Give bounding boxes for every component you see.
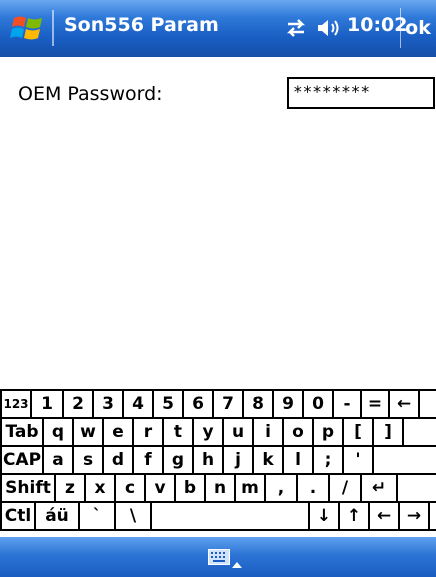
keyboard-row: 123 1 2 3 4 5 6 7 8 9 0- = ← bbox=[0, 391, 436, 417]
key-1-2[interactable]: w bbox=[74, 419, 104, 445]
keyboard-divider bbox=[0, 529, 436, 531]
keyboard-row: Tab q w e r t y u i o p[] bbox=[0, 419, 436, 445]
key-0-1[interactable]: 1 bbox=[32, 391, 64, 417]
key-0-8[interactable]: 8 bbox=[244, 391, 274, 417]
connectivity-icon[interactable] bbox=[284, 16, 308, 40]
key-4-0[interactable]: Ctl bbox=[0, 503, 36, 529]
key-2-10[interactable]: ; bbox=[314, 447, 344, 473]
key-4-6[interactable]: ↑ bbox=[340, 503, 370, 529]
key-4-3[interactable]: \ bbox=[116, 503, 152, 529]
key-1-11[interactable]: [ bbox=[344, 419, 374, 445]
main-content: OEM Password: ******** bbox=[0, 57, 436, 389]
key-1-1[interactable]: q bbox=[44, 419, 74, 445]
key-3-11[interactable]: ↵ bbox=[362, 475, 398, 501]
key-2-2[interactable]: s bbox=[74, 447, 104, 473]
oem-password-field[interactable]: ******** bbox=[287, 77, 435, 109]
key-0-4[interactable]: 4 bbox=[124, 391, 154, 417]
chevron-up-icon[interactable] bbox=[232, 554, 242, 568]
key-2-0[interactable]: CAP bbox=[0, 447, 44, 473]
key-3-0[interactable]: Shift bbox=[0, 475, 56, 501]
key-2-1[interactable]: a bbox=[44, 447, 74, 473]
keyboard-row: CAP a s d f g h j k l; ' bbox=[0, 447, 436, 473]
key-3-3[interactable]: c bbox=[116, 475, 146, 501]
keyboard-icon[interactable] bbox=[208, 549, 230, 565]
key-2-7[interactable]: j bbox=[224, 447, 254, 473]
key-0-13[interactable]: ← bbox=[390, 391, 420, 417]
key-1-0[interactable]: Tab bbox=[0, 419, 44, 445]
key-1-7[interactable]: u bbox=[224, 419, 254, 445]
key-0-11[interactable]: - bbox=[334, 391, 362, 417]
ok-button[interactable]: ok bbox=[400, 8, 435, 48]
key-0-0[interactable]: 123 bbox=[0, 391, 32, 417]
key-1-5[interactable]: t bbox=[164, 419, 194, 445]
key-3-9[interactable]: . bbox=[298, 475, 330, 501]
key-1-9[interactable]: o bbox=[284, 419, 314, 445]
key-3-2[interactable]: x bbox=[86, 475, 116, 501]
keyboard-row: Ctl áü ` \ ↓ ↑ ← → bbox=[0, 503, 436, 529]
key-2-8[interactable]: k bbox=[254, 447, 284, 473]
key-0-9[interactable]: 9 bbox=[274, 391, 304, 417]
oem-password-label: OEM Password: bbox=[18, 83, 163, 105]
key-3-4[interactable]: v bbox=[146, 475, 176, 501]
window-title: Son556 Param bbox=[64, 14, 219, 36]
key-0-2[interactable]: 2 bbox=[64, 391, 94, 417]
windows-start-icon[interactable] bbox=[10, 12, 46, 44]
key-2-11[interactable]: ' bbox=[344, 447, 374, 473]
key-4-2[interactable]: ` bbox=[80, 503, 116, 529]
key-0-3[interactable]: 3 bbox=[94, 391, 124, 417]
spacebar-key[interactable] bbox=[152, 503, 310, 529]
key-3-5[interactable]: b bbox=[176, 475, 206, 501]
key-3-1[interactable]: z bbox=[56, 475, 86, 501]
key-1-4[interactable]: r bbox=[134, 419, 164, 445]
title-separator bbox=[52, 10, 54, 46]
keyboard-row: Shift z x c v b n m,. / ↵ bbox=[0, 475, 436, 501]
key-4-7[interactable]: ← bbox=[370, 503, 400, 529]
soft-keyboard: 123 1 2 3 4 5 6 7 8 9 0- = ← Tab q w e r t y u i o p[] CAP a s d f g h… bbox=[0, 389, 436, 537]
key-0-6[interactable]: 6 bbox=[184, 391, 214, 417]
clock-time[interactable]: 10:02 bbox=[347, 14, 407, 36]
key-1-10[interactable]: p bbox=[314, 419, 344, 445]
key-2-6[interactable]: h bbox=[194, 447, 224, 473]
bottom-menu-bar bbox=[0, 537, 436, 577]
title-bar: Son556 Param 10:02 ok bbox=[0, 0, 436, 57]
key-0-10[interactable]: 0 bbox=[304, 391, 334, 417]
volume-icon[interactable] bbox=[316, 16, 342, 40]
key-1-12[interactable]: ] bbox=[374, 419, 404, 445]
key-3-10[interactable]: / bbox=[330, 475, 362, 501]
key-4-8[interactable]: → bbox=[400, 503, 430, 529]
key-3-7[interactable]: m bbox=[236, 475, 266, 501]
key-2-9[interactable]: l bbox=[284, 447, 314, 473]
key-4-1[interactable]: áü bbox=[36, 503, 80, 529]
key-2-4[interactable]: f bbox=[134, 447, 164, 473]
key-0-5[interactable]: 5 bbox=[154, 391, 184, 417]
key-2-5[interactable]: g bbox=[164, 447, 194, 473]
key-3-6[interactable]: n bbox=[206, 475, 236, 501]
key-1-3[interactable]: e bbox=[104, 419, 134, 445]
key-1-8[interactable]: i bbox=[254, 419, 284, 445]
key-2-3[interactable]: d bbox=[104, 447, 134, 473]
key-4-5[interactable]: ↓ bbox=[310, 503, 340, 529]
key-3-8[interactable]: , bbox=[266, 475, 298, 501]
key-1-6[interactable]: y bbox=[194, 419, 224, 445]
key-0-12[interactable]: = bbox=[362, 391, 390, 417]
key-0-7[interactable]: 7 bbox=[214, 391, 244, 417]
